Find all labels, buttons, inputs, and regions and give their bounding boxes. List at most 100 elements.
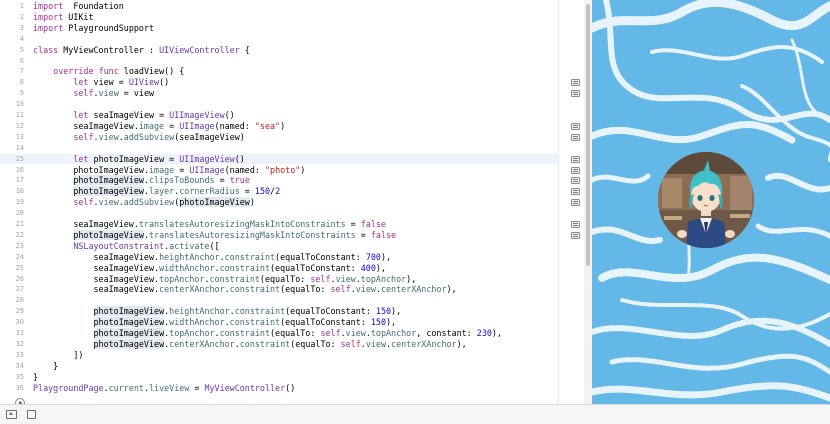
code-token: UIKit xyxy=(63,11,94,22)
line-number: 24 xyxy=(15,252,24,261)
code-token: activate xyxy=(169,240,210,251)
code-line[interactable]: 20 xyxy=(0,208,558,219)
code-line[interactable]: 22 photoImageView.translatesAutoresizing… xyxy=(0,229,558,241)
code-line[interactable]: 16 photoImageView.image = UIImage(named:… xyxy=(0,165,558,176)
code-line[interactable]: 26 seaImageView.topAnchor.constraint(equ… xyxy=(0,274,558,285)
editor-scrollbar-thumb[interactable] xyxy=(586,4,590,266)
code-token: liveView xyxy=(148,382,190,393)
code-token: photoImageView xyxy=(73,175,144,186)
code-text: photoImageView.widthAnchor.constraint(eq… xyxy=(33,317,396,328)
code-line[interactable]: 28 xyxy=(0,295,558,306)
quick-look-result-icon[interactable] xyxy=(571,231,580,239)
live-view xyxy=(592,0,830,404)
line-number: 8 xyxy=(19,78,24,87)
quick-look-result-icon[interactable] xyxy=(571,188,580,196)
code-token: ) xyxy=(249,197,255,208)
code-line[interactable]: 30 photoImageView.widthAnchor.constraint… xyxy=(0,317,558,328)
code-line[interactable]: 33 ]) xyxy=(0,350,558,361)
code-line[interactable]: 6 xyxy=(0,56,558,67)
code-line[interactable]: 21 seaImageView.translatesAutoresizingMa… xyxy=(0,219,558,230)
code-line[interactable]: 24 seaImageView.heightAnchor.constraint(… xyxy=(0,252,558,263)
code-text: } xyxy=(33,361,58,372)
code-line[interactable]: 14 xyxy=(0,143,558,154)
code-token: (seaImageView) xyxy=(174,131,245,142)
code-line[interactable]: 19 self.view.addSubview(photoImageView) xyxy=(0,197,558,208)
code-token: 400 xyxy=(360,262,376,273)
code-token: view xyxy=(345,328,366,338)
code-line[interactable]: 36 PlaygroundPage.current.liveView = MyVi… xyxy=(0,383,558,394)
code-line[interactable]: 18 photoImageView.layer.cornerRadius = 1… xyxy=(0,186,558,197)
code-token: import xyxy=(33,11,64,22)
code-line[interactable]: 35} xyxy=(0,372,558,383)
code-token: func xyxy=(98,66,119,77)
code-token: view xyxy=(98,88,119,99)
quick-look-result-icon[interactable] xyxy=(571,199,580,207)
code-line[interactable]: 5 class MyViewController : UIViewControll… xyxy=(0,45,558,56)
code-token: UIImage xyxy=(189,164,225,175)
code-line[interactable]: 10 xyxy=(0,99,558,110)
quick-look-result-icon[interactable] xyxy=(571,133,580,141)
code-token: self xyxy=(73,88,94,99)
code-token: photoImageView xyxy=(73,186,144,197)
code-line[interactable]: 7 override func loadView() { xyxy=(0,66,558,77)
code-token: constraint xyxy=(219,328,271,338)
code-line[interactable]: 29 photoImageView.heightAnchor.constrain… xyxy=(0,306,558,317)
code-token: = xyxy=(174,164,190,175)
code-line[interactable]: 12 seaImageView.image = UIImage(named: "… xyxy=(0,121,558,132)
code-line[interactable]: 3 import PlaygroundSupport xyxy=(0,23,558,34)
code-line[interactable]: 32 photoImageView.centerXAnchor.constrai… xyxy=(0,338,558,350)
code-token: photoImageView xyxy=(179,197,250,208)
code-token: centerXAnchor xyxy=(380,284,447,295)
code-token: photoImageView xyxy=(93,317,165,328)
code-token: ]) xyxy=(33,349,84,360)
code-line[interactable]: 4 xyxy=(0,34,558,45)
code-token: topAnchor xyxy=(360,273,407,284)
line-number: 30 xyxy=(15,318,24,327)
console-toggle-icon[interactable] xyxy=(27,410,36,419)
quick-look-result-icon[interactable] xyxy=(571,122,580,130)
code-editor[interactable]: 1 import Foundation 2 import UIKit 3 import P… xyxy=(0,0,558,404)
code-token: (equalTo: xyxy=(259,273,311,284)
debug-area-toggle-icon[interactable] xyxy=(6,410,17,419)
code-token: = xyxy=(355,229,371,240)
code-text: import UIKit xyxy=(33,12,94,23)
code-token: view xyxy=(365,338,386,349)
code-line[interactable]: 17 photoImageView.clipsToBounds = true xyxy=(0,175,558,186)
quick-look-result-icon[interactable] xyxy=(571,221,580,228)
code-token: 150 xyxy=(375,306,392,317)
quick-look-result-icon[interactable] xyxy=(571,90,580,98)
quick-look-result-icon[interactable] xyxy=(571,79,580,87)
code-line[interactable]: 2 import UIKit xyxy=(0,12,558,23)
code-text: class MyViewController : UIViewControlle… xyxy=(33,45,250,56)
code-token: (equalToConstant: xyxy=(270,262,361,273)
code-line[interactable]: 15 let photoImageView = UIImageView() xyxy=(0,153,558,165)
quick-look-result-icon[interactable] xyxy=(571,155,580,163)
code-line[interactable]: 34 } xyxy=(0,361,558,372)
line-number: 1 xyxy=(19,2,24,10)
line-number: 11 xyxy=(15,111,24,119)
code-line[interactable]: 31 photoImageView.topAnchor.constraint(e… xyxy=(0,328,558,339)
line-number: 2 xyxy=(19,12,24,21)
code-token: 150 xyxy=(370,317,386,328)
code-line[interactable]: 27 seaImageView.centerXAnchor.constraint… xyxy=(0,284,558,295)
code-line[interactable]: 8 let view = UIView() xyxy=(0,77,558,88)
code-line[interactable]: 25 seaImageView.widthAnchor.constraint(e… xyxy=(0,263,558,274)
quick-look-result-icon[interactable] xyxy=(571,177,580,185)
line-number: 22 xyxy=(15,230,24,239)
code-token: } xyxy=(33,360,59,371)
code-token: view xyxy=(335,273,356,284)
code-token: seaImageView. xyxy=(33,273,160,284)
quick-look-result-icon[interactable] xyxy=(571,166,580,174)
code-token: 700 xyxy=(365,251,381,262)
code-line[interactable]: 23 NSLayoutConstraint.activate([ xyxy=(0,241,558,252)
code-line[interactable]: 11 let seaImageView = UIImageView() xyxy=(0,110,558,121)
code-text: seaImageView.topAnchor.constraint(equalT… xyxy=(33,273,417,285)
code-line[interactable]: 9 self.view = view xyxy=(0,88,558,99)
code-line[interactable]: 13 self.view.addSubview(seaImageView) xyxy=(0,132,558,143)
code-line[interactable]: 1 import Foundation xyxy=(0,1,558,12)
